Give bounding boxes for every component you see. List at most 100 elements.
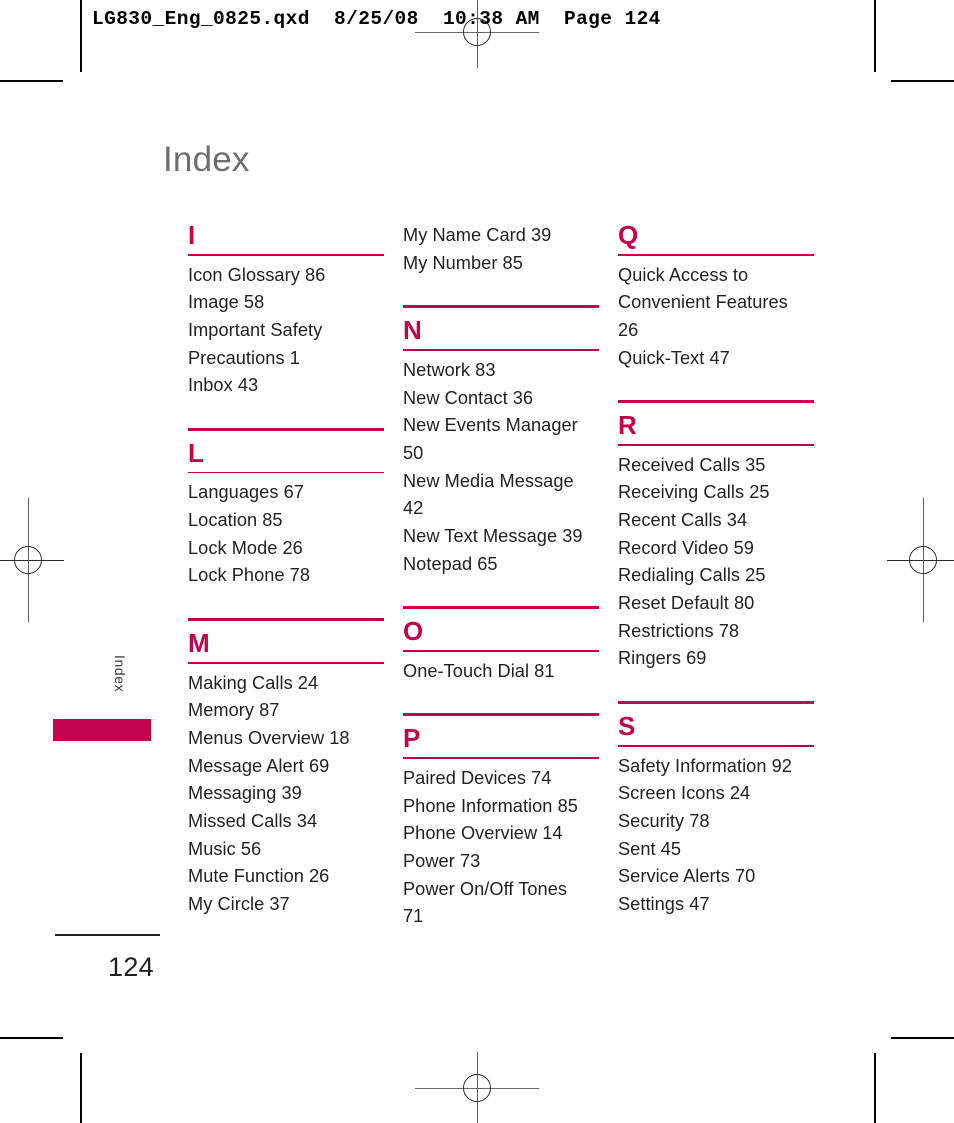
index-entry[interactable]: Security 78 <box>618 808 814 836</box>
section-letter: L <box>188 437 204 468</box>
letter-section-n: N Network 83 New Contact 36 New Events Mana… <box>403 277 599 578</box>
index-entry[interactable]: New Media Message <box>403 468 599 496</box>
index-entry[interactable]: New Text Message 39 <box>403 523 599 551</box>
section-letter: Q <box>618 220 639 250</box>
index-entry[interactable]: Received Calls 35 <box>618 452 814 480</box>
index-entry-list: Safety Information 92 Screen Icons 24 Secu… <box>618 753 814 919</box>
index-entry[interactable]: Record Video 59 <box>618 535 814 563</box>
index-entry-list: Languages 67 Location 85 Lock Mode 26 Lock … <box>188 479 384 590</box>
index-entry[interactable]: Missed Calls 34 <box>188 808 384 836</box>
index-entry[interactable]: Memory 87 <box>188 697 384 725</box>
letter-section-q: Q Quick Access to Convenient Features 26 Qui… <box>618 222 814 372</box>
index-entry[interactable]: Messaging 39 <box>188 780 384 808</box>
index-entry[interactable]: Safety Information 92 <box>618 753 814 781</box>
letter-section-l: L Languages 67 Location 85 Lock Mode 26 Lock… <box>188 400 384 590</box>
index-entry[interactable]: Convenient Features <box>618 289 814 317</box>
crop-mark-bottom-left-horizontal <box>0 1037 63 1039</box>
index-entry[interactable]: 71 <box>403 903 599 931</box>
index-entry[interactable]: One-Touch Dial 81 <box>403 658 599 686</box>
letter-section-i: I Icon Glossary 86 Image 58 Important Safet… <box>188 222 384 400</box>
index-entry[interactable]: Redialing Calls 25 <box>618 562 814 590</box>
index-entry[interactable]: My Name Card 39 <box>403 222 599 250</box>
index-entry[interactable]: Power 73 <box>403 848 599 876</box>
index-entry[interactable]: Restrictions 78 <box>618 618 814 646</box>
index-entry[interactable]: Icon Glossary 86 <box>188 262 384 290</box>
letter-section-continued: My Name Card 39 My Number 85 <box>403 222 599 277</box>
section-letter: R <box>618 410 637 441</box>
crop-mark-top-left-horizontal <box>0 80 63 82</box>
index-column: I Icon Glossary 86 Image 58 Important Safet… <box>188 222 384 931</box>
index-entry[interactable]: Mute Function 26 <box>188 863 384 891</box>
section-rule-thin <box>188 254 384 256</box>
letter-section-r: R Received Calls 35 Receiving Calls 25 Rece… <box>618 372 814 673</box>
index-column: Q Quick Access to Convenient Features 26 Qui… <box>618 222 814 931</box>
section-rule-thin <box>403 650 599 652</box>
index-entry[interactable]: Settings 47 <box>618 891 814 919</box>
index-entry[interactable]: 26 <box>618 317 814 345</box>
index-entry[interactable]: Location 85 <box>188 507 384 535</box>
index-entry[interactable]: Ringers 69 <box>618 645 814 673</box>
index-entry[interactable]: Power On/Off Tones <box>403 876 599 904</box>
page-number: 124 <box>108 952 154 982</box>
index-entry[interactable]: Languages 67 <box>188 479 384 507</box>
index-entry[interactable]: Image 58 <box>188 289 384 317</box>
registration-circle <box>463 1074 491 1102</box>
index-entry[interactable]: Reset Default 80 <box>618 590 814 618</box>
page-title: Index <box>163 140 250 179</box>
index-entry[interactable]: Service Alerts 70 <box>618 863 814 891</box>
index-entry[interactable]: 50 <box>403 440 599 468</box>
index-entry-list: Network 83 New Contact 36 New Events Manag… <box>403 357 599 578</box>
index-entry[interactable]: Quick Access to <box>618 262 814 290</box>
section-letter: M <box>188 628 210 659</box>
index-entry-list: Paired Devices 74 Phone Information 85 Pho… <box>403 765 599 931</box>
index-entry[interactable]: Menus Overview 18 <box>188 725 384 753</box>
index-entry[interactable]: Phone Information 85 <box>403 793 599 821</box>
index-entry[interactable]: Important Safety <box>188 317 384 345</box>
index-entry[interactable]: Lock Phone 78 <box>188 562 384 590</box>
section-letter: O <box>403 616 424 647</box>
registration-mark-left-center <box>0 498 64 622</box>
section-rule-thin <box>188 471 384 474</box>
index-columns: I Icon Glossary 86 Image 58 Important Safet… <box>188 222 836 931</box>
section-rule-thick <box>618 400 814 404</box>
section-letter: S <box>618 711 636 742</box>
index-entry[interactable]: My Number 85 <box>403 250 599 278</box>
letter-section-p: P Paired Devices 74 Phone Information 85 Ph… <box>403 685 599 931</box>
index-entry[interactable]: Inbox 43 <box>188 372 384 400</box>
index-entry[interactable]: Sent 45 <box>618 836 814 864</box>
section-rule-thin <box>618 444 814 446</box>
index-entry[interactable]: Receiving Calls 25 <box>618 479 814 507</box>
registration-circle <box>14 546 42 574</box>
section-rule-thick <box>618 701 814 705</box>
index-entry[interactable]: Phone Overview 14 <box>403 820 599 848</box>
index-entry[interactable]: Message Alert 69 <box>188 753 384 781</box>
index-entry[interactable]: Lock Mode 26 <box>188 535 384 563</box>
index-entry[interactable]: My Circle 37 <box>188 891 384 919</box>
index-entry[interactable]: Notepad 65 <box>403 551 599 579</box>
printed-page: LG830_Eng_0825.qxd 8/25/08 10:38 AM Page… <box>0 0 954 1123</box>
index-entry[interactable]: Screen Icons 24 <box>618 780 814 808</box>
index-entry[interactable]: Paired Devices 74 <box>403 765 599 793</box>
index-entry-list: Quick Access to Convenient Features 26 Quic… <box>618 262 814 373</box>
index-entry[interactable]: Quick-Text 47 <box>618 345 814 373</box>
index-entry[interactable]: Network 83 <box>403 357 599 385</box>
index-entry[interactable]: 42 <box>403 495 599 523</box>
index-entry[interactable]: Precautions 1 <box>188 345 384 373</box>
section-rule-thick <box>403 713 599 717</box>
index-entry[interactable]: Recent Calls 34 <box>618 507 814 535</box>
crop-mark-top-right-horizontal <box>891 80 954 82</box>
section-letter: I <box>188 220 196 250</box>
section-rule-thick <box>403 606 599 610</box>
index-entry[interactable]: Making Calls 24 <box>188 670 384 698</box>
letter-section-m: M Making Calls 24 Memory 87 Menus Overview … <box>188 590 384 919</box>
footer-rule <box>55 934 160 936</box>
index-entry[interactable]: Music 56 <box>188 836 384 864</box>
index-entry[interactable]: New Contact 36 <box>403 385 599 413</box>
index-column: My Name Card 39 My Number 85 N Network 83 Ne… <box>403 222 599 931</box>
index-entry[interactable]: New Events Manager <box>403 412 599 440</box>
